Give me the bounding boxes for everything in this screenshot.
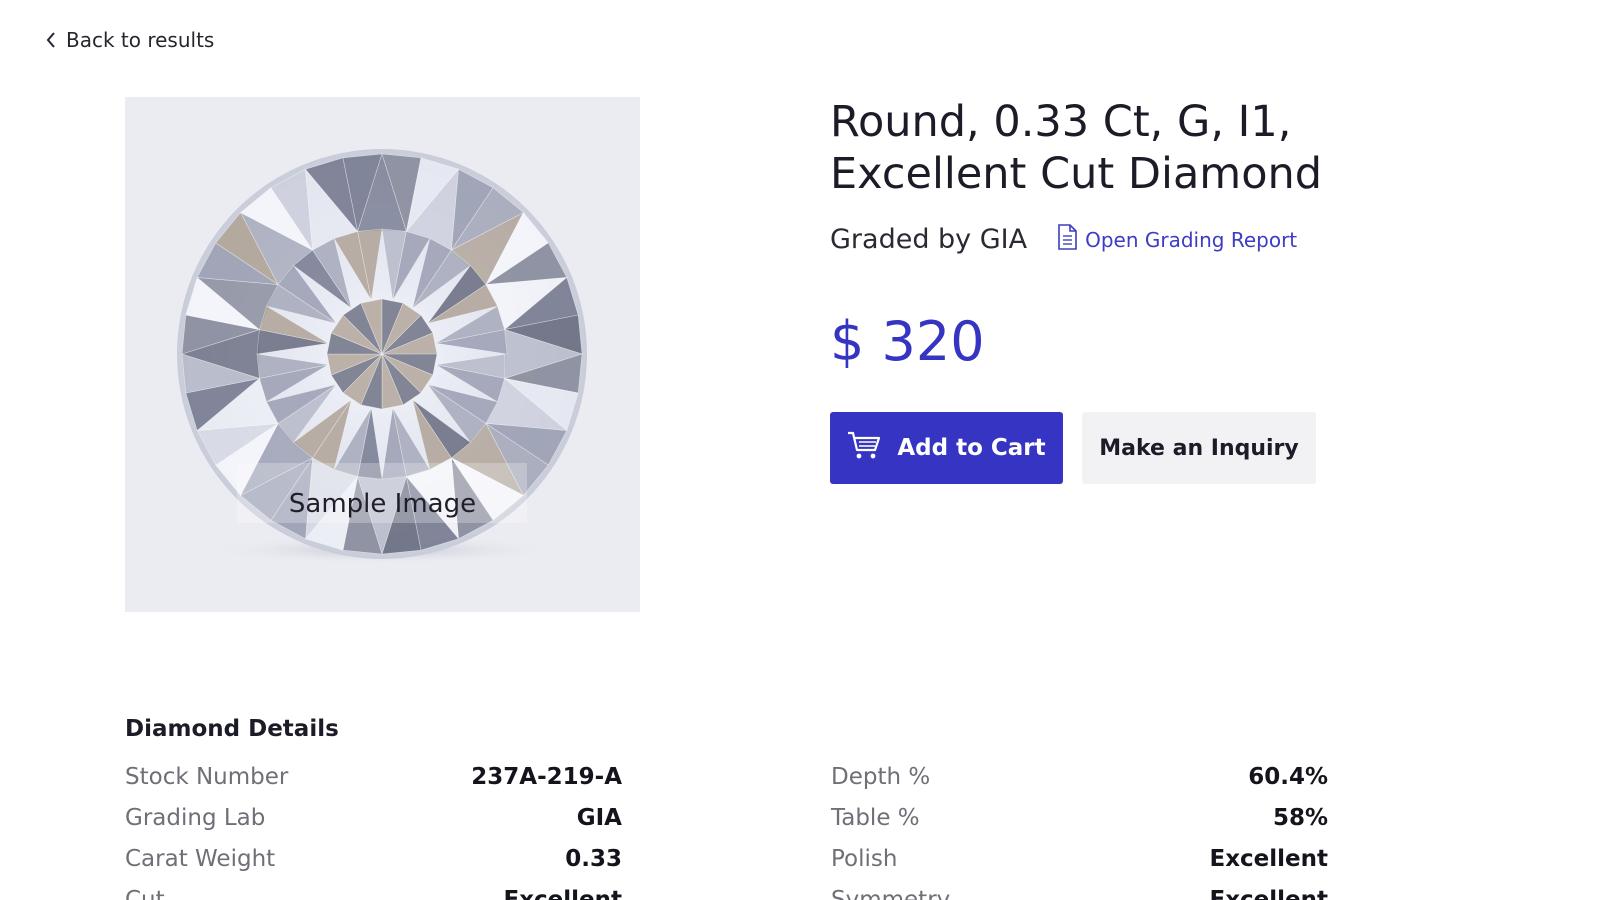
back-to-results-link[interactable]: Back to results [44,28,214,52]
detail-value: 58% [1272,805,1328,831]
back-to-results-label: Back to results [66,28,215,52]
detail-label: Symmetry [831,887,951,900]
detail-label: Cut [125,887,165,900]
sample-image-caption: Sample Image [288,489,477,519]
detail-row-table: Table % 58% [831,805,1328,846]
detail-label: Polish [831,846,898,872]
add-to-cart-label: Add to Cart [897,435,1046,461]
details-column-right: Depth % 60.4% Table % 58% Polish Excelle… [831,764,1328,900]
detail-value: 60.4% [1248,764,1328,790]
detail-label: Depth % [831,764,931,790]
details-column-left: Stock Number 237A-219-A Grading Lab GIA … [125,764,622,900]
detail-row-grading-lab: Grading Lab GIA [125,805,622,846]
diamond-image: Sample Image [125,97,640,612]
detail-value: 0.33 [565,846,622,872]
detail-value: 237A-219-A [471,764,622,790]
diamond-details-heading: Diamond Details [125,716,339,742]
detail-row-stock-number: Stock Number 237A-219-A [125,764,622,805]
detail-value: Excellent [1209,846,1328,872]
grading-info: Graded by GIA Open Grading Report [830,224,1297,255]
graded-by-text: Graded by GIA [830,224,1028,255]
detail-value: GIA [576,805,622,831]
open-grading-report-label: Open Grading Report [1085,227,1298,252]
cart-icon [847,430,881,466]
document-icon [1057,224,1077,255]
add-to-cart-button[interactable]: Add to Cart [830,412,1063,484]
detail-label: Grading Lab [125,805,266,831]
detail-label: Carat Weight [125,846,276,872]
detail-value: Excellent [1209,887,1328,900]
detail-row-carat-weight: Carat Weight 0.33 [125,846,622,887]
make-inquiry-button[interactable]: Make an Inquiry [1082,412,1316,484]
diamond-illustration [177,149,587,564]
detail-row-polish: Polish Excellent [831,846,1328,887]
price: $ 320 [830,310,985,373]
open-grading-report-link[interactable]: Open Grading Report [1057,224,1297,255]
detail-row-depth: Depth % 60.4% [831,764,1328,805]
detail-row-symmetry: Symmetry Excellent [831,887,1328,900]
chevron-left-icon [44,30,58,50]
detail-label: Stock Number [125,764,289,790]
detail-row-cut: Cut Excellent [125,887,622,900]
detail-value: Excellent [503,887,622,900]
product-title: Round, 0.33 Ct, G, I1, Excellent Cut Dia… [830,97,1323,199]
detail-label: Table % [831,805,920,831]
